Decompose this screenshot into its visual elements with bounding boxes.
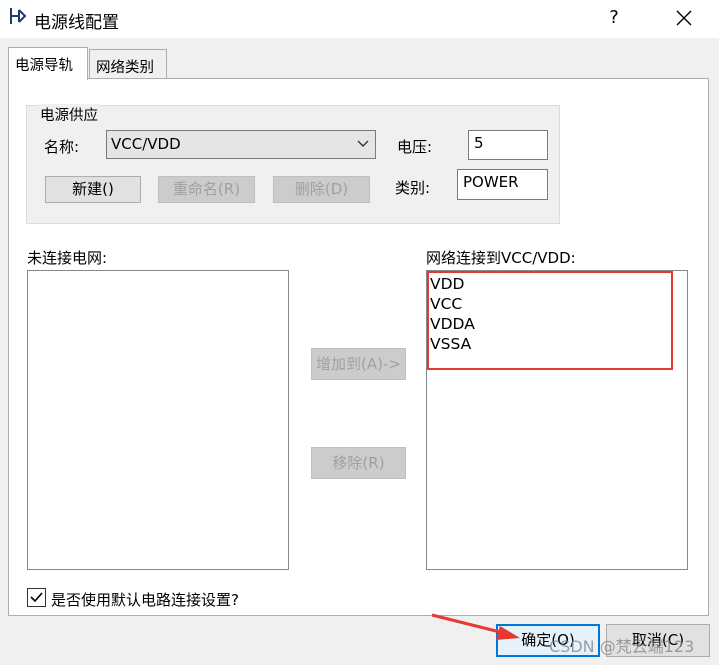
connected-label: 网络连接到VCC/VDD: [426,249,576,267]
name-dropdown[interactable]: VCC/VDD [106,130,376,159]
list-item[interactable]: VCC [427,294,687,314]
delete-button[interactable]: 删除(D) [273,176,370,203]
power-supply-group: 电源供应 名称: VCC/VDD 电压: 5 新建() 重命名(R) 删除(D)… [26,104,560,224]
unconnected-label: 未连接电网: [27,249,108,267]
dialog-body: 电源导轨 网络类别 电源供应 名称: VCC/VDD 电压: 5 新建() 重命… [0,38,719,665]
power-rail-panel: 电源供应 名称: VCC/VDD 电压: 5 新建() 重命名(R) 删除(D)… [8,78,709,616]
watermark: CSDN @梵云端123 [549,637,695,656]
new-button[interactable]: 新建() [45,176,141,203]
group-title: 电源供应 [38,104,100,125]
chevron-down-icon [357,140,369,147]
tab-power-rail[interactable]: 电源导轨 [8,47,88,80]
close-icon [676,10,692,26]
name-label: 名称: [44,138,80,156]
tab-net-class[interactable]: 网络类别 [89,49,167,79]
window-title: 电源线配置 [34,13,119,33]
list-item[interactable]: VDD [427,274,687,294]
help-button[interactable]: ? [596,4,632,32]
remove-button[interactable]: 移除(R) [311,447,406,479]
category-label: 类别: [395,179,431,197]
name-value: VCC/VDD [111,135,181,153]
checkmark-icon [30,592,43,603]
app-icon [10,8,27,24]
voltage-field[interactable]: 5 [468,130,548,160]
unconnected-nets-list[interactable] [27,270,289,570]
title-bar: 电源线配置 ? [0,0,719,38]
add-to-button[interactable]: 增加到(A)-> [311,348,406,380]
category-field[interactable]: POWER [457,169,548,200]
list-item[interactable]: VDDA [427,314,687,334]
default-settings-label: 是否使用默认电路连接设置? [51,591,239,609]
rename-button[interactable]: 重命名(R) [158,176,255,203]
connected-nets-list[interactable]: VDD VCC VDDA VSSA [426,270,688,570]
close-button[interactable] [666,4,702,32]
voltage-label: 电压: [397,138,433,156]
list-item[interactable]: VSSA [427,334,687,354]
annotation-arrow [431,613,520,640]
default-settings-checkbox[interactable] [27,588,46,607]
